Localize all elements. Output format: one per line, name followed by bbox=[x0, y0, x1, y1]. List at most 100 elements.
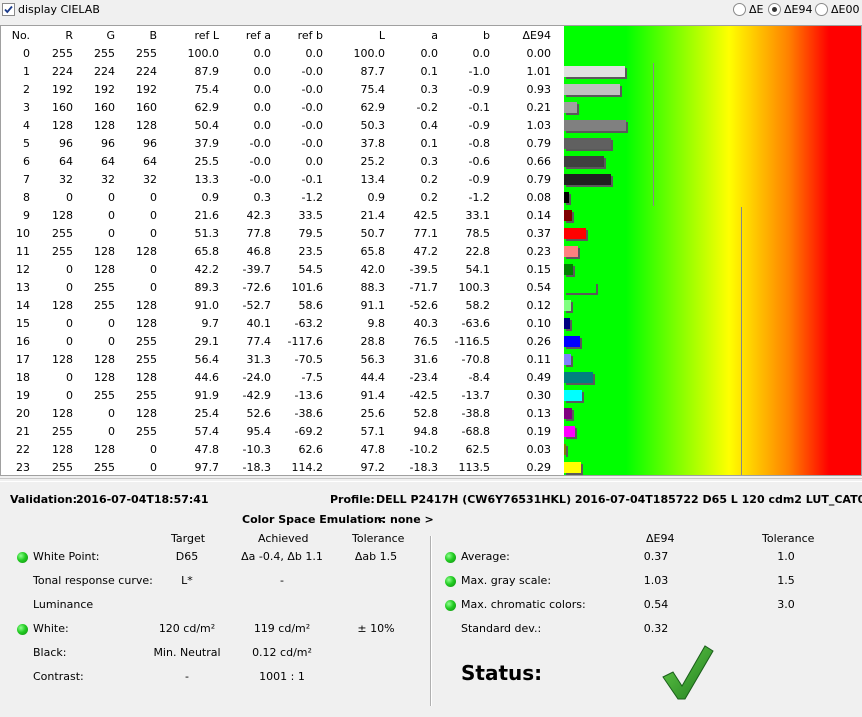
column-header-ref-b[interactable]: ref b bbox=[298, 27, 323, 45]
status-ok-indicator bbox=[445, 600, 456, 611]
delta-e-bar bbox=[564, 282, 596, 293]
column-header-ref-l[interactable]: ref L bbox=[194, 27, 219, 45]
cell-ref-l: 25.5 bbox=[194, 155, 220, 168]
cell-no: 10 bbox=[16, 227, 30, 240]
cell-ref-l: 42.2 bbox=[194, 263, 220, 276]
table-row[interactable]: 4 128 128 128 50.4 0.0 -0.0 50.3 0.4 -0.9 1.03 bbox=[1, 117, 564, 135]
column-header-b[interactable]: B bbox=[149, 27, 157, 45]
cell-b-star: 100.3 bbox=[458, 281, 491, 294]
table-row[interactable]: 5 96 96 96 37.9 -0.0 -0.0 37.8 0.1 -0.8 0.79 bbox=[1, 135, 564, 153]
cell-ref-l: 97.7 bbox=[194, 461, 220, 474]
display-cielab-label[interactable]: display CIELAB bbox=[18, 3, 100, 16]
table-row[interactable]: 22 128 128 0 47.8 -10.3 62.6 47.8 -10.2 62.5 0.03 bbox=[1, 441, 564, 459]
cell-g: 0 bbox=[108, 227, 115, 240]
cell-g: 255 bbox=[94, 461, 115, 474]
measurement-table[interactable]: No. R G Bref Lref a ref b La b ΔE94 0 255 255 255 10… bbox=[0, 25, 862, 476]
cell-g: 0 bbox=[108, 425, 115, 438]
summary-row-label: Black: bbox=[33, 646, 67, 659]
cell-ref-l: 57.4 bbox=[194, 425, 220, 438]
table-row[interactable]: 17 128 128 255 56.4 31.3 -70.5 56.3 31.6 -70.8 0.1… bbox=[1, 351, 564, 369]
cell-r: 0 bbox=[66, 191, 73, 204]
column-header-delta-e94[interactable]: ΔE94 bbox=[523, 27, 551, 45]
table-row[interactable]: 21 255 0 255 57.4 95.4 -69.2 57.1 94.8 -68.8 0.19 bbox=[1, 423, 564, 441]
color-space-emulation-value: < none > bbox=[377, 513, 434, 526]
cell-a: 94.8 bbox=[413, 425, 439, 438]
table-row[interactable]: 11 255 128 128 65.8 46.8 23.5 65.8 47.2 22.8 0.23 bbox=[1, 243, 564, 261]
cell-l: 100.0 bbox=[353, 47, 386, 60]
cell-ref-a: 52.6 bbox=[246, 407, 272, 420]
column-header-r[interactable]: R bbox=[65, 27, 73, 45]
table-row[interactable]: 1 224 224 224 87.9 0.0 -0.0 87.7 0.1 -1.0 1.01 bbox=[1, 63, 564, 81]
header-achieved: Achieved bbox=[258, 532, 309, 545]
column-header-b-star[interactable]: b bbox=[483, 27, 490, 45]
metric-label: Standard dev.: bbox=[461, 622, 542, 635]
radio-delta-e-label[interactable]: ΔE bbox=[749, 3, 763, 16]
cell-l: 62.9 bbox=[360, 101, 386, 114]
cell-g: 96 bbox=[101, 137, 115, 150]
cell-ref-b: -69.2 bbox=[294, 425, 323, 438]
table-row[interactable]: 14 128 255 128 91.0 -52.7 58.6 91.1 -52.6 58.2 0.1… bbox=[1, 297, 564, 315]
cell-r: 0 bbox=[66, 335, 73, 348]
table-row[interactable]: 2 192 192 192 75.4 0.0 -0.0 75.4 0.3 -0.9 0.93 bbox=[1, 81, 564, 99]
table-row[interactable]: 3 160 160 160 62.9 0.0 -0.0 62.9 -0.2 -0.1 0.21 bbox=[1, 99, 564, 117]
column-header-no[interactable]: No. bbox=[12, 27, 30, 45]
cell-ref-b: -0.0 bbox=[301, 137, 323, 150]
delta-e-bar bbox=[564, 138, 611, 149]
radio-delta-e94[interactable] bbox=[768, 3, 781, 16]
table-row[interactable]: 6 64 64 64 25.5 -0.0 0.0 25.2 0.3 -0.6 0.66 bbox=[1, 153, 564, 171]
table-row[interactable]: 16 0 0 255 29.1 77.4 -117.6 28.8 76.5 -116.5 0.26 bbox=[1, 333, 564, 351]
table-row[interactable]: 23 255 255 0 97.7 -18.3 114.2 97.2 -18.3 113.5 0.2… bbox=[1, 459, 564, 475]
cell-b-star: -38.8 bbox=[461, 407, 490, 420]
cell-delta-e94: 1.03 bbox=[526, 119, 552, 132]
column-header-a[interactable]: a bbox=[431, 27, 438, 45]
radio-delta-e94-label[interactable]: ΔE94 bbox=[784, 3, 812, 16]
radio-delta-e00[interactable] bbox=[815, 3, 828, 16]
column-header-ref-a[interactable]: ref a bbox=[246, 27, 271, 45]
cell-r: 0 bbox=[66, 317, 73, 330]
table-row[interactable]: 12 0 128 0 42.2 -39.7 54.5 42.0 -39.5 54.1 0.15 bbox=[1, 261, 564, 279]
cell-ref-l: 91.0 bbox=[194, 299, 220, 312]
cell-b: 0 bbox=[150, 263, 157, 276]
table-row[interactable]: 10 255 0 0 51.3 77.8 79.5 50.7 77.1 78.5 0.37 bbox=[1, 225, 564, 243]
cell-ref-b: 79.5 bbox=[298, 227, 324, 240]
validation-timestamp: 2016-07-04T18:57:41 bbox=[76, 493, 209, 506]
cell-ref-l: 56.4 bbox=[194, 353, 220, 366]
table-row[interactable]: 8 0 0 0 0.9 0.3 -1.2 0.9 0.2 -1.2 0.08 bbox=[1, 189, 564, 207]
delta-e-bar bbox=[564, 192, 569, 203]
cell-no: 16 bbox=[16, 335, 30, 348]
cell-ref-a: 0.0 bbox=[253, 65, 272, 78]
radio-delta-e00-label[interactable]: ΔE00 bbox=[831, 3, 859, 16]
column-header-g[interactable]: G bbox=[106, 27, 115, 45]
table-row[interactable]: 0 255 255 255 100.0 0.0 0.0 100.0 0.0 0.0 0.00 bbox=[1, 45, 564, 63]
table-row[interactable]: 13 0 255 0 89.3 -72.6 101.6 88.3 -71.7 100.3 0.54 bbox=[1, 279, 564, 297]
cell-l: 87.7 bbox=[360, 65, 386, 78]
cell-delta-e94: 0.10 bbox=[526, 317, 552, 330]
cell-a: 77.1 bbox=[413, 227, 439, 240]
cell-delta-e94: 0.14 bbox=[526, 209, 552, 222]
cell-l: 0.9 bbox=[367, 191, 386, 204]
table-row[interactable]: 19 0 255 255 91.9 -42.9 -13.6 91.4 -42.5 -13.7 0.3… bbox=[1, 387, 564, 405]
cell-ref-a: 31.3 bbox=[246, 353, 272, 366]
table-row[interactable]: 20 128 0 128 25.4 52.6 -38.6 25.6 52.8 -38.8 0.13 bbox=[1, 405, 564, 423]
cell-b-star: -13.7 bbox=[461, 389, 490, 402]
table-row[interactable]: 9 128 0 0 21.6 42.3 33.5 21.4 42.5 33.1 0.14 bbox=[1, 207, 564, 225]
cell-a: 40.3 bbox=[413, 317, 439, 330]
table-row[interactable]: 18 0 128 128 44.6 -24.0 -7.5 44.4 -23.4 -8.4 0.49 bbox=[1, 369, 564, 387]
table-row[interactable]: 15 0 0 128 9.7 40.1 -63.2 9.8 40.3 -63.6 0.10 bbox=[1, 315, 564, 333]
display-cielab-checkbox[interactable] bbox=[2, 3, 15, 16]
cell-l: 65.8 bbox=[360, 245, 386, 258]
summary-row-achieved: 1001 : 1 bbox=[259, 670, 305, 683]
cell-b-star: 0.0 bbox=[472, 47, 491, 60]
table-row[interactable]: 7 32 32 32 13.3 -0.0 -0.1 13.4 0.2 -0.9 0.79 bbox=[1, 171, 564, 189]
cell-g: 128 bbox=[94, 263, 115, 276]
cell-no: 3 bbox=[23, 101, 30, 114]
cell-ref-l: 65.8 bbox=[194, 245, 220, 258]
cell-b: 32 bbox=[143, 173, 157, 186]
radio-delta-e[interactable] bbox=[733, 3, 746, 16]
cell-b-star: -0.8 bbox=[468, 137, 490, 150]
cell-b-star: 113.5 bbox=[458, 461, 491, 474]
column-header-l[interactable]: L bbox=[379, 27, 385, 45]
cell-no: 17 bbox=[16, 353, 30, 366]
cell-ref-b: 33.5 bbox=[298, 209, 324, 222]
cell-no: 2 bbox=[23, 83, 30, 96]
